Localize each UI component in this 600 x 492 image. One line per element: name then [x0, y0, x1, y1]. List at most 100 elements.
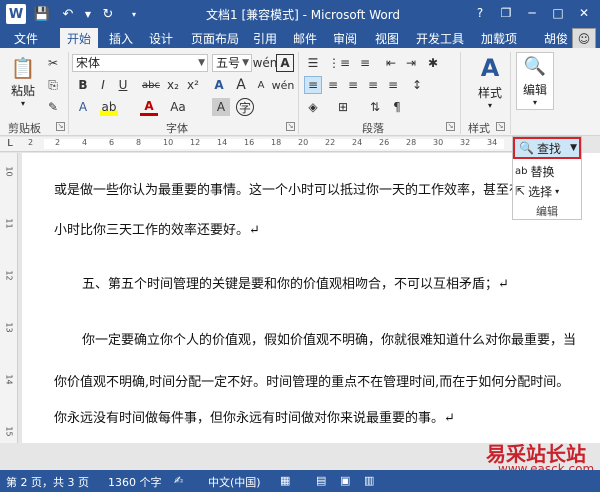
- tab-home[interactable]: 开始: [60, 28, 98, 48]
- align-left-button[interactable]: ≡: [304, 76, 322, 94]
- paste-dropdown-icon: ▾: [20, 99, 25, 108]
- char-shading-icon[interactable]: A: [212, 98, 230, 116]
- paste-button[interactable]: 📋 粘贴 ▾: [6, 54, 40, 108]
- tab-selector-icon[interactable]: L: [4, 137, 16, 150]
- cut-icon[interactable]: ✂: [44, 54, 62, 72]
- show-marks-icon[interactable]: ¶: [388, 98, 406, 116]
- undo-dropdown-icon[interactable]: ▼: [84, 4, 92, 24]
- redo-icon[interactable]: ↻: [98, 4, 118, 24]
- read-mode-icon[interactable]: ▤: [316, 474, 326, 487]
- close-button[interactable]: ✕: [572, 2, 596, 24]
- copy-icon[interactable]: ⎘: [44, 76, 62, 94]
- save-icon[interactable]: 💾: [32, 4, 52, 24]
- chevron-down-icon: ▼: [242, 58, 249, 68]
- styles-launcher-icon[interactable]: ↘: [496, 122, 505, 131]
- language[interactable]: 中文(中国): [208, 474, 261, 490]
- styles-button[interactable]: A 样式 ▾: [472, 52, 508, 112]
- numbering-icon[interactable]: ⋮≡: [328, 54, 350, 72]
- macro-icon[interactable]: ▦: [280, 474, 290, 487]
- decrease-indent-icon[interactable]: ⇤: [382, 54, 400, 72]
- text-effects-button[interactable]: A: [74, 98, 92, 116]
- font-size-combo[interactable]: 五号 ▼: [212, 54, 252, 72]
- doc-line-2[interactable]: 小时比你三天工作的效率还要好。↵: [54, 219, 260, 238]
- distributed-button[interactable]: ≡: [384, 76, 402, 94]
- paragraph-launcher-icon[interactable]: ↘: [446, 122, 455, 131]
- maximize-button[interactable]: □: [546, 2, 570, 24]
- clipboard-launcher-icon[interactable]: ↘: [56, 122, 65, 131]
- web-layout-icon[interactable]: ▥: [364, 474, 374, 487]
- tab-references[interactable]: 引用: [250, 28, 280, 48]
- find-label: 查找: [536, 141, 561, 156]
- ruler-tick-label: 26: [379, 138, 390, 147]
- editing-button[interactable]: 🔍 编辑 ▾: [516, 52, 554, 110]
- select-menu-item[interactable]: ⇱ 选择 ▾: [515, 181, 579, 201]
- word-count[interactable]: 1360 个字: [108, 474, 162, 490]
- clear-format-icon[interactable]: wén: [253, 54, 278, 72]
- char-border-icon[interactable]: A: [276, 54, 294, 72]
- font-name-combo[interactable]: 宋体 ▼: [72, 54, 208, 72]
- avatar[interactable]: ☺: [572, 28, 596, 50]
- justify-button[interactable]: ≡: [364, 76, 382, 94]
- tab-mailings[interactable]: 邮件: [290, 28, 320, 48]
- separator: [510, 52, 511, 134]
- doc-line-1[interactable]: 或是做一些你认为最重要的事情。这一个小时可以抵过你一天的工作效率，甚至有: [54, 179, 522, 198]
- superscript-button[interactable]: x²: [184, 76, 202, 94]
- page-count[interactable]: 第 2 页，共 3 页: [6, 474, 89, 490]
- enclose-char-icon[interactable]: 字: [236, 98, 254, 116]
- tab-addins[interactable]: 加载项: [476, 28, 522, 48]
- subscript-button[interactable]: x₂: [164, 76, 182, 94]
- pinyin-icon[interactable]: wén: [272, 76, 295, 94]
- font-color-button[interactable]: A: [140, 98, 158, 116]
- font-launcher-icon[interactable]: ↘: [286, 122, 295, 131]
- doc-line-5[interactable]: 你价值观不明确,时间分配一定不好。时间管理的重点不在管理时间,而在于如何分配时间…: [54, 371, 569, 390]
- highlight-button[interactable]: ab: [100, 98, 118, 116]
- italic-button[interactable]: I: [94, 76, 112, 94]
- doc-line-6[interactable]: 你永远没有时间做每件事，但你永远有时间做对你来说最重要的事。↵: [54, 407, 455, 426]
- shrink-font-button[interactable]: A: [252, 76, 270, 94]
- tab-insert[interactable]: 插入: [104, 28, 138, 48]
- borders-icon[interactable]: ⊞: [334, 98, 352, 116]
- replace-menu-item[interactable]: ab 替换: [515, 161, 579, 181]
- editing-group-label: 编辑: [536, 205, 558, 218]
- align-center-button[interactable]: ≡: [324, 76, 342, 94]
- doc-line-4[interactable]: 你一定要确立你个人的价值观，假如价值观不明确，你就很难知道什么对你最重要，当: [82, 329, 576, 348]
- chevron-down-icon: ▼: [198, 58, 205, 68]
- ribbon: 📋 粘贴 ▾ ✂ ⎘ ✎ 剪贴板 ↘ 宋体 ▼ 五号 ▼ wén A B I U…: [0, 48, 600, 136]
- horizontal-ruler[interactable]: L 2 2 4 6 8 10 12 14 16 18 20 22 24 26 28 30 32 34: [0, 137, 512, 152]
- tab-design[interactable]: 设计: [144, 28, 178, 48]
- user-name[interactable]: 胡俊: [544, 30, 568, 47]
- bold-button[interactable]: B: [74, 76, 92, 94]
- change-case-button[interactable]: Aa: [166, 98, 190, 116]
- undo-icon[interactable]: ↶: [58, 4, 78, 24]
- tab-layout[interactable]: 页面布局: [186, 28, 244, 48]
- tab-file[interactable]: 文件: [0, 28, 52, 48]
- ribbon-display-button[interactable]: ❐: [494, 2, 518, 24]
- strikethrough-button[interactable]: abc: [140, 76, 162, 94]
- tab-review[interactable]: 审阅: [330, 28, 360, 48]
- increase-indent-icon[interactable]: ⇥: [402, 54, 420, 72]
- chevron-down-icon[interactable]: ▼: [570, 143, 577, 153]
- shading-icon[interactable]: ◈: [304, 98, 322, 116]
- chinese-layout-icon[interactable]: ✱: [424, 54, 442, 72]
- minimize-button[interactable]: ─: [520, 2, 544, 24]
- multilevel-list-icon[interactable]: ≡: [356, 54, 374, 72]
- bullets-icon[interactable]: ☰: [304, 54, 322, 72]
- align-right-button[interactable]: ≡: [344, 76, 362, 94]
- proofing-icon[interactable]: ✍: [174, 474, 183, 487]
- doc-line-3[interactable]: 五、第五个时间管理的关键是要和你的价值观相吻合，不可以互相矛盾；↵: [82, 273, 509, 292]
- vertical-ruler-tick-label: 10: [4, 166, 14, 177]
- format-painter-icon[interactable]: ✎: [44, 98, 62, 116]
- find-menu-item[interactable]: 🔍 查找 ▼: [513, 137, 581, 159]
- chevron-down-icon: ▾: [532, 98, 537, 107]
- underline-button[interactable]: U: [114, 76, 132, 94]
- grow-font-button[interactable]: A: [232, 76, 250, 94]
- line-spacing-icon[interactable]: ↕: [408, 76, 426, 94]
- customize-qat-icon[interactable]: ▾: [124, 4, 144, 24]
- text-effects-icon[interactable]: A: [210, 76, 228, 94]
- sort-icon[interactable]: ⇅: [366, 98, 384, 116]
- title-bar: W 💾 ↶ ▼ ↻ ▾ 文档1 [兼容模式] - Microsoft Word …: [0, 0, 600, 28]
- tab-view[interactable]: 视图: [372, 28, 402, 48]
- help-button[interactable]: ?: [468, 2, 492, 24]
- print-layout-icon[interactable]: ▣: [340, 474, 350, 487]
- tab-developer[interactable]: 开发工具: [412, 28, 468, 48]
